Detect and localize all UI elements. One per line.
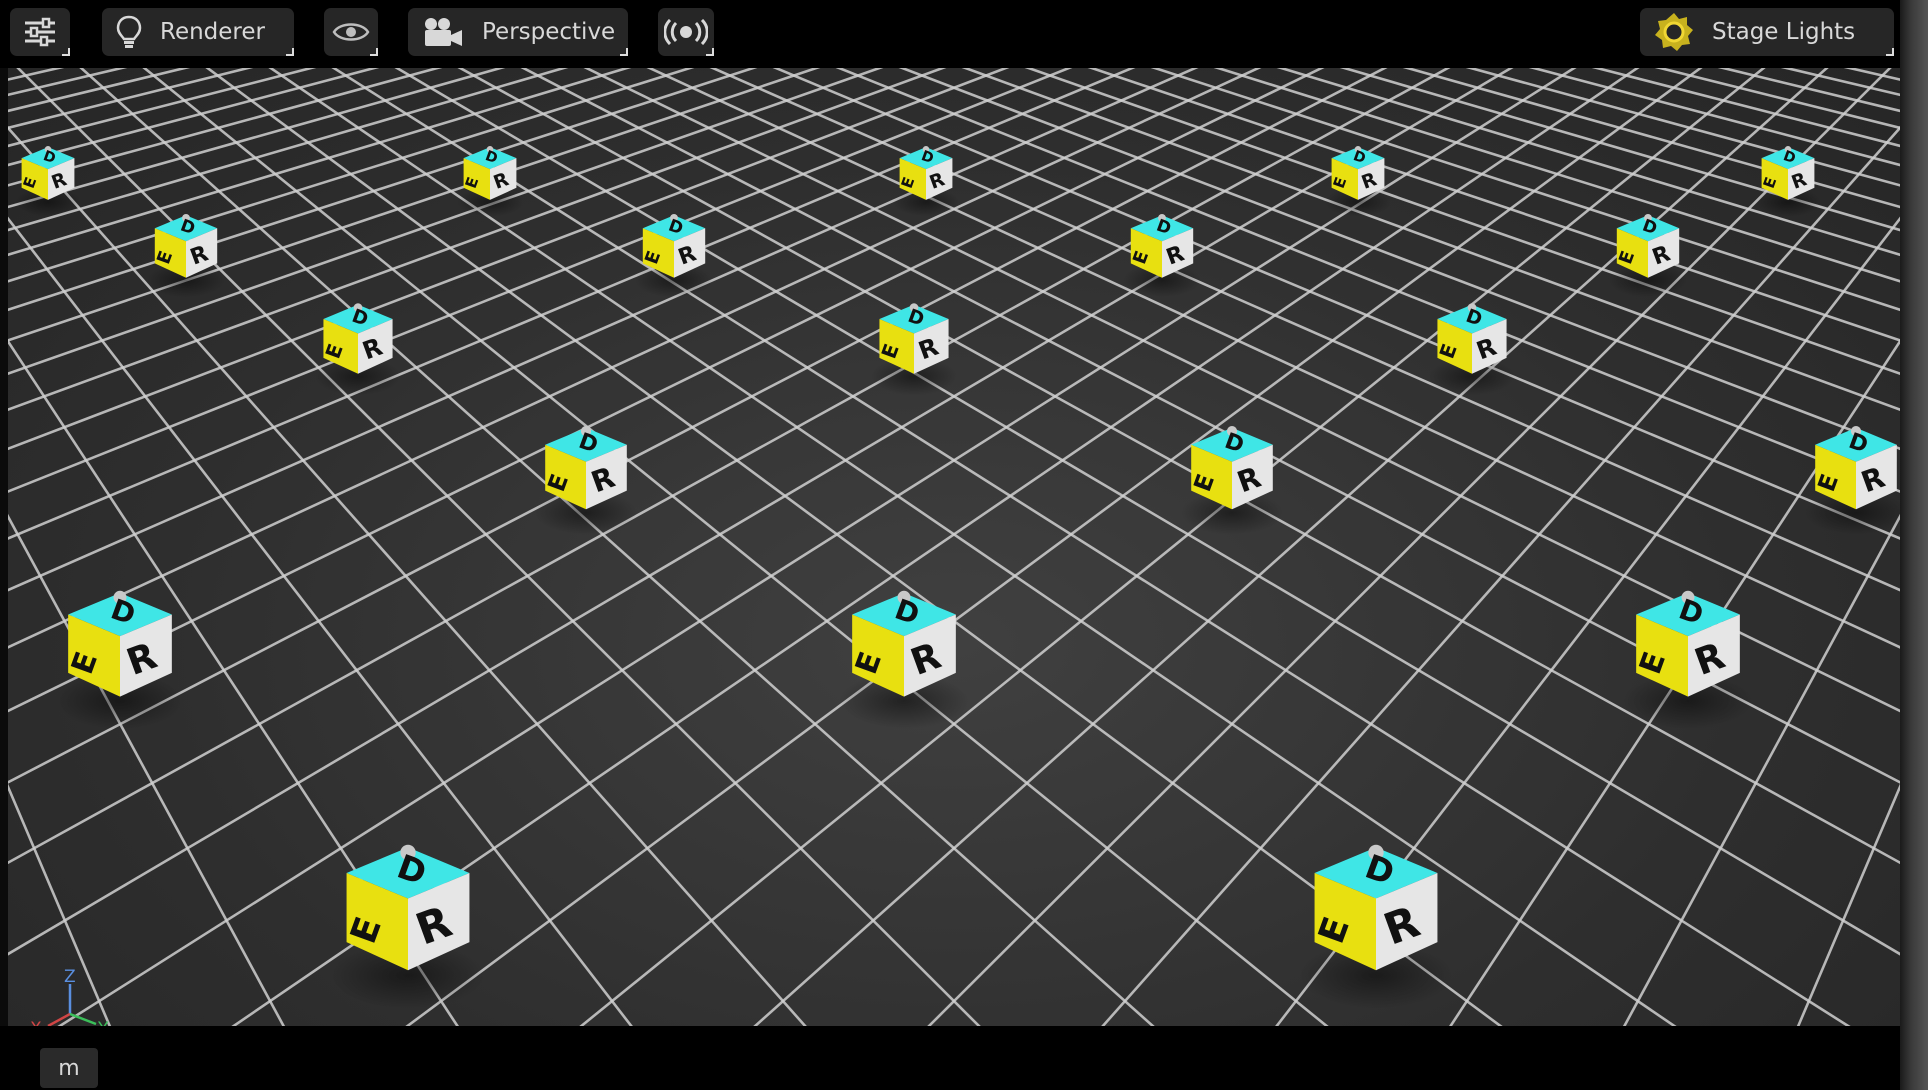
renderer-button[interactable]: Renderer <box>102 8 294 56</box>
cube[interactable]: DE R <box>457 146 523 217</box>
cube[interactable]: DE R <box>893 146 959 217</box>
lightbulb-icon <box>116 15 142 49</box>
broadcast-icon <box>664 19 708 45</box>
cube[interactable]: DE R <box>1623 590 1753 730</box>
cube[interactable]: DE R <box>14 146 81 217</box>
3d-viewport[interactable]: DER DER DER DER DER DER DER DER DER DER DER DER DER D… <box>8 68 1900 1026</box>
cube[interactable]: DE R <box>1805 426 1900 535</box>
eye-icon <box>332 19 370 45</box>
cube[interactable]: DE R <box>1299 844 1453 1009</box>
unit-button[interactable]: m <box>40 1048 98 1088</box>
broadcast-button[interactable] <box>658 8 714 56</box>
cube[interactable]: DE R <box>314 303 402 396</box>
sun-icon <box>1654 12 1694 52</box>
sliders-icon <box>23 17 57 47</box>
cube[interactable]: DE R <box>1609 214 1687 298</box>
camera-label: Perspective <box>482 19 616 45</box>
cube[interactable]: DE R <box>1325 146 1391 217</box>
movie-camera-icon <box>422 16 464 48</box>
cube[interactable]: DE R <box>1428 303 1516 396</box>
stage-lights-label: Stage Lights <box>1712 19 1856 45</box>
cube[interactable]: DE R <box>55 590 185 730</box>
cube[interactable]: DE R <box>635 214 713 298</box>
panel-edge <box>1900 0 1928 1090</box>
axis-z-label: Z <box>64 967 76 987</box>
scene-canvas: DE R DE R DE R DE R DE R DE R DE R DE R DE R DE R DE R DE R DE R D… <box>8 68 1900 1026</box>
viewport-statusbar: m <box>0 1026 1900 1090</box>
camera-button[interactable]: Perspective <box>408 8 628 56</box>
renderer-label: Renderer <box>160 19 265 45</box>
cube[interactable]: DE R <box>147 214 225 298</box>
cube[interactable]: DE R <box>1123 214 1201 298</box>
cube[interactable]: DE R <box>839 590 969 730</box>
viewport-toolbar: Renderer Perspective Stage Lights <box>0 0 1900 68</box>
ground-grid <box>8 68 1900 1026</box>
settings-button[interactable] <box>10 8 70 56</box>
stage-lights-button[interactable]: Stage Lights <box>1640 8 1894 56</box>
cube[interactable]: DE R <box>1755 146 1821 217</box>
cube[interactable]: DE R <box>535 426 637 535</box>
visibility-button[interactable] <box>324 8 378 56</box>
cube[interactable]: DE R <box>870 303 958 396</box>
